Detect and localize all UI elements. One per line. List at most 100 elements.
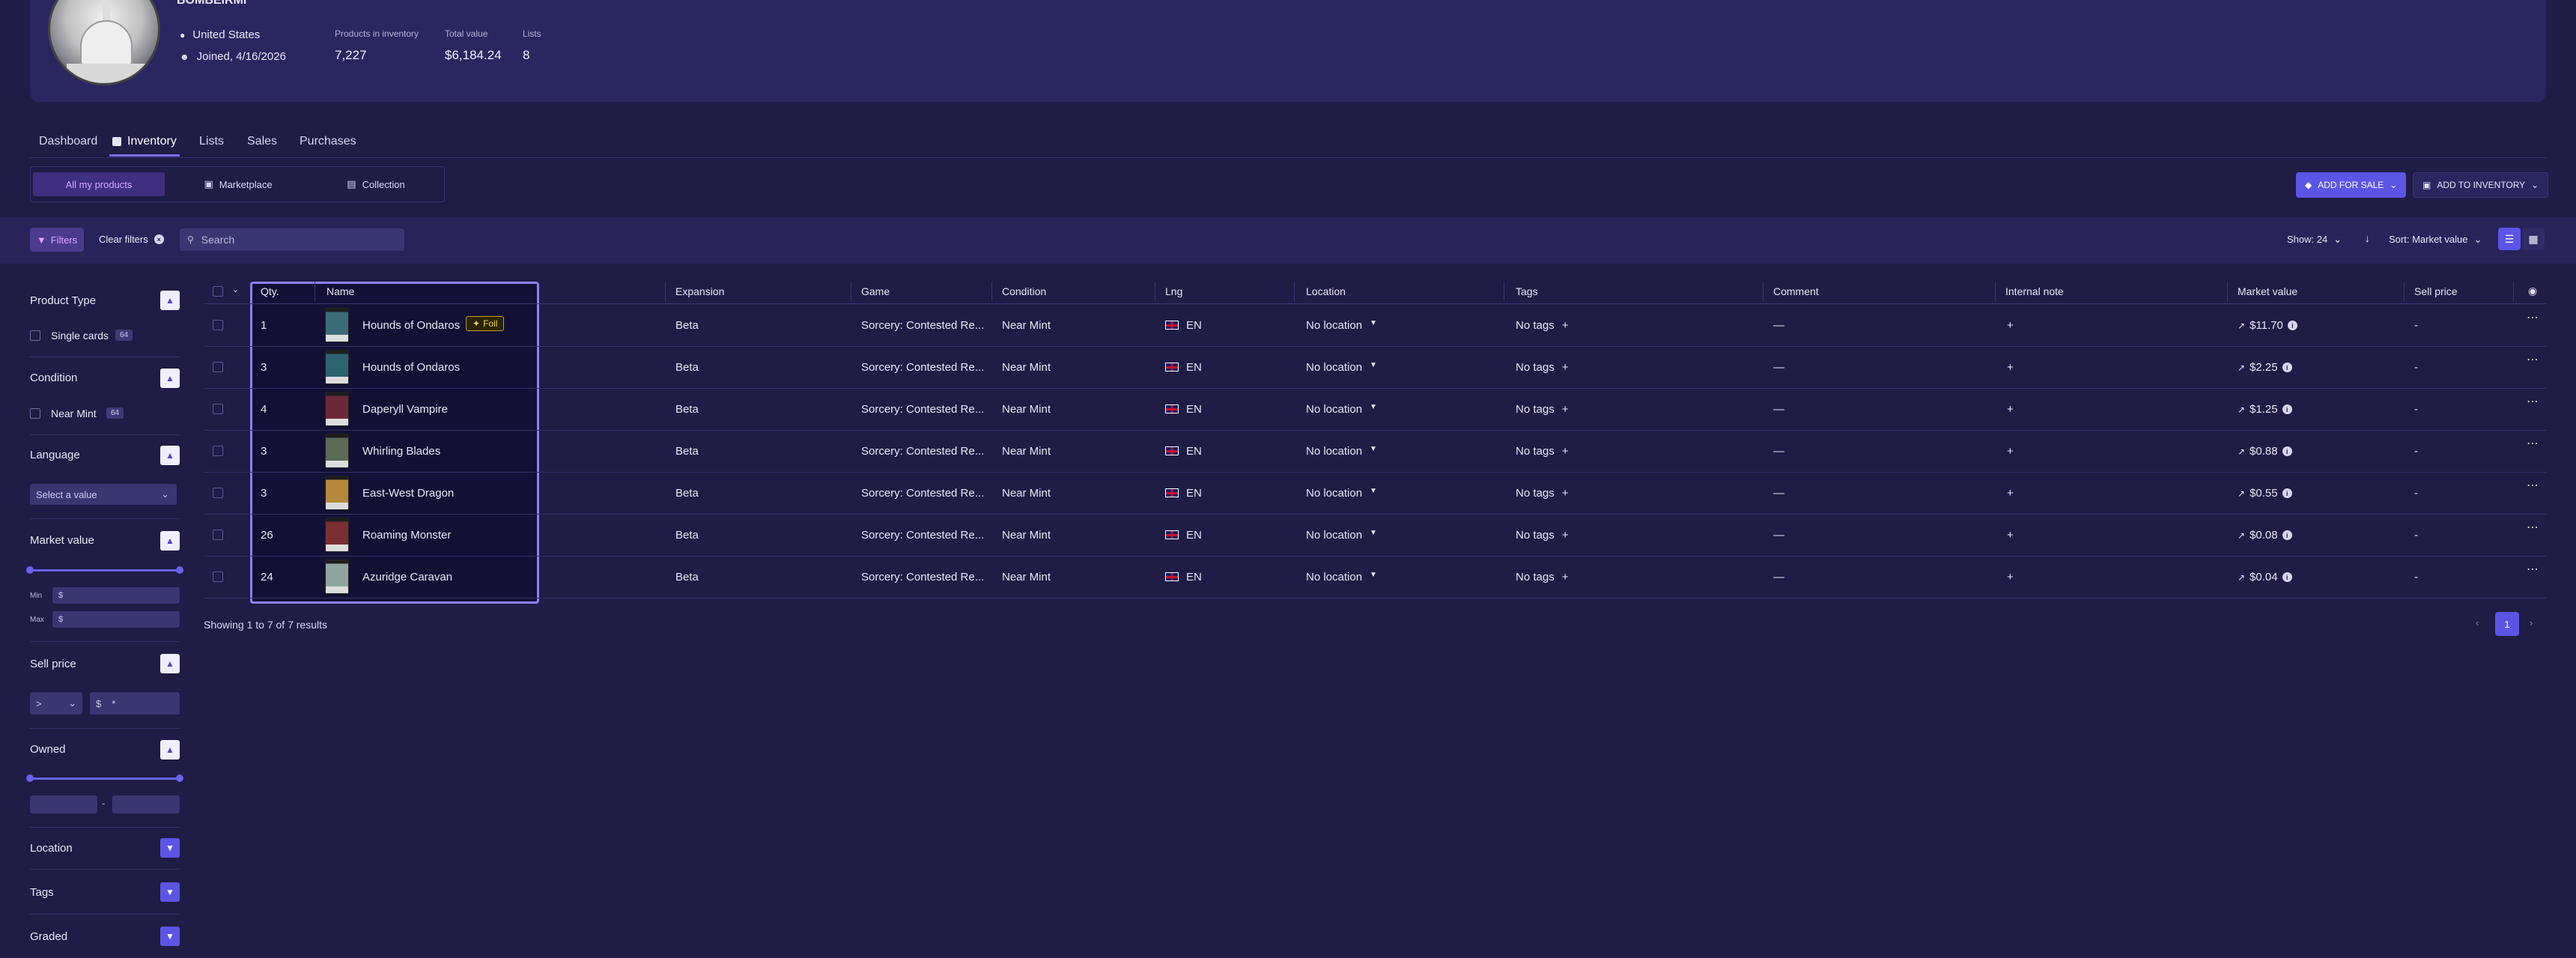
market-max-input[interactable]: $ — [52, 611, 180, 628]
sell-price-operator-select[interactable]: > ⌄ — [30, 692, 82, 715]
column-comment[interactable]: Comment — [1773, 285, 1819, 297]
tags-cell[interactable]: No tags + — [1516, 403, 1568, 416]
expand-icon[interactable]: ▼ — [160, 882, 180, 902]
location-select[interactable]: No location ▼ — [1306, 361, 1377, 374]
location-select[interactable]: No location ▼ — [1306, 445, 1377, 458]
prev-page-icon[interactable]: ‹ — [2476, 617, 2479, 628]
add-note-button[interactable]: + — [2007, 403, 2014, 416]
add-note-button[interactable]: + — [2007, 319, 2014, 332]
add-note-button[interactable]: + — [2007, 529, 2014, 542]
row-checkbox[interactable] — [213, 530, 223, 540]
cell-comment[interactable]: — — [1773, 571, 1784, 583]
row-checkbox[interactable] — [213, 446, 223, 456]
row-checkbox[interactable] — [213, 488, 223, 498]
plus-icon[interactable]: + — [1562, 487, 1569, 500]
sort-direction-icon[interactable]: ↓ — [2365, 232, 2370, 244]
location-select[interactable]: No location ▼ — [1306, 403, 1377, 416]
slider-handle-min[interactable] — [26, 774, 34, 782]
tab-dashboard[interactable]: Dashboard — [39, 135, 97, 148]
more-actions-icon[interactable]: ⋯ — [2527, 352, 2539, 367]
segment-marketplace[interactable]: ▣ Marketplace — [172, 172, 304, 196]
add-note-button[interactable]: + — [2007, 487, 2014, 500]
location-select[interactable]: No location ▼ — [1306, 487, 1377, 500]
row-checkbox[interactable] — [213, 572, 223, 582]
cell-comment[interactable]: — — [1773, 361, 1784, 374]
cell-name[interactable]: Whirling Blades — [362, 445, 440, 458]
add-note-button[interactable]: + — [2007, 571, 2014, 583]
sort-select[interactable]: Sort: Market value ⌄ — [2389, 234, 2482, 246]
column-internal-note[interactable]: Internal note — [2005, 285, 2064, 297]
info-icon[interactable]: i — [2282, 404, 2292, 414]
cell-comment[interactable]: — — [1773, 529, 1784, 542]
list-view-icon[interactable]: ☰ — [2498, 228, 2521, 250]
owned-max-input[interactable] — [112, 795, 180, 813]
info-icon[interactable]: i — [2282, 363, 2292, 372]
info-icon[interactable]: i — [2282, 446, 2292, 456]
collapse-icon[interactable]: ▲ — [160, 291, 180, 310]
plus-icon[interactable]: + — [1562, 529, 1569, 542]
add-to-inventory-button[interactable]: ▣ ADD TO INVENTORY ⌄ — [2413, 172, 2549, 198]
cell-name[interactable]: Daperyll Vampire — [362, 403, 448, 416]
card-thumbnail[interactable] — [325, 350, 349, 384]
plus-icon[interactable]: + — [1562, 361, 1569, 374]
column-market-value[interactable]: Market value — [2238, 285, 2297, 297]
cell-name[interactable]: East-West Dragon — [362, 487, 454, 500]
next-page-icon[interactable]: › — [2530, 617, 2533, 628]
location-select[interactable]: No location ▼ — [1306, 319, 1377, 332]
location-select[interactable]: No location ▼ — [1306, 571, 1377, 583]
card-thumbnail[interactable] — [325, 308, 349, 342]
add-note-button[interactable]: + — [2007, 445, 2014, 458]
cell-name[interactable]: Hounds of Ondaros — [362, 361, 460, 374]
single-cards-checkbox[interactable] — [30, 330, 40, 341]
cell-name[interactable]: Azuridge Caravan — [362, 571, 452, 583]
more-actions-icon[interactable]: ⋯ — [2527, 310, 2539, 325]
plus-icon[interactable]: + — [1562, 319, 1569, 332]
column-expansion[interactable]: Expansion — [675, 285, 724, 297]
eye-icon[interactable]: ◉ — [2528, 285, 2537, 297]
more-actions-icon[interactable]: ⋯ — [2527, 562, 2539, 577]
tags-cell[interactable]: No tags + — [1516, 361, 1568, 374]
column-language[interactable]: Lng — [1165, 285, 1182, 297]
tab-purchases[interactable]: Purchases — [300, 135, 356, 148]
column-qty[interactable]: Qty. — [261, 285, 279, 297]
collapse-icon[interactable]: ▲ — [160, 369, 180, 388]
more-actions-icon[interactable]: ⋯ — [2527, 436, 2539, 451]
add-for-sale-button[interactable]: ◆ ADD FOR SALE ⌄ — [2296, 172, 2407, 198]
cell-comment[interactable]: — — [1773, 319, 1784, 332]
segment-all-products[interactable]: All my products — [33, 172, 165, 196]
cell-comment[interactable]: — — [1773, 403, 1784, 416]
more-actions-icon[interactable]: ⋯ — [2527, 394, 2539, 409]
slider-handle-min[interactable] — [26, 566, 34, 574]
column-tags[interactable]: Tags — [1516, 285, 1538, 297]
card-thumbnail[interactable] — [325, 434, 349, 468]
tags-cell[interactable]: No tags + — [1516, 445, 1568, 458]
more-actions-icon[interactable]: ⋯ — [2527, 520, 2539, 535]
chevron-down-icon[interactable]: ⌄ — [232, 285, 239, 294]
add-note-button[interactable]: + — [2007, 361, 2014, 374]
tags-cell[interactable]: No tags + — [1516, 319, 1568, 332]
expand-icon[interactable]: ▼ — [160, 927, 180, 946]
info-icon[interactable]: i — [2287, 321, 2297, 330]
info-icon[interactable]: i — [2282, 572, 2292, 582]
clear-filters-button[interactable]: Clear filters × — [99, 234, 164, 245]
search-input[interactable]: ⚲ Search — [180, 228, 404, 251]
sell-price-input[interactable]: $ * — [90, 692, 180, 715]
plus-icon[interactable]: + — [1562, 403, 1569, 416]
column-condition[interactable]: Condition — [1002, 285, 1046, 297]
filters-button[interactable]: ▼ Filters — [30, 228, 84, 252]
tags-cell[interactable]: No tags + — [1516, 529, 1568, 542]
near-mint-checkbox[interactable] — [30, 408, 40, 419]
column-name[interactable]: Name — [326, 285, 354, 297]
tab-inventory[interactable]: Inventory — [112, 135, 177, 148]
expand-icon[interactable]: ▼ — [160, 838, 180, 858]
card-thumbnail[interactable] — [325, 560, 349, 594]
collapse-icon[interactable]: ▲ — [160, 446, 180, 465]
cell-name[interactable]: Roaming Monster — [362, 529, 451, 542]
info-icon[interactable]: i — [2282, 488, 2292, 498]
owned-min-input[interactable] — [30, 795, 97, 813]
cell-comment[interactable]: — — [1773, 445, 1784, 458]
row-checkbox[interactable] — [213, 320, 223, 330]
row-checkbox[interactable] — [213, 362, 223, 372]
plus-icon[interactable]: + — [1562, 571, 1569, 583]
grid-view-icon[interactable]: ▦ — [2522, 228, 2545, 250]
